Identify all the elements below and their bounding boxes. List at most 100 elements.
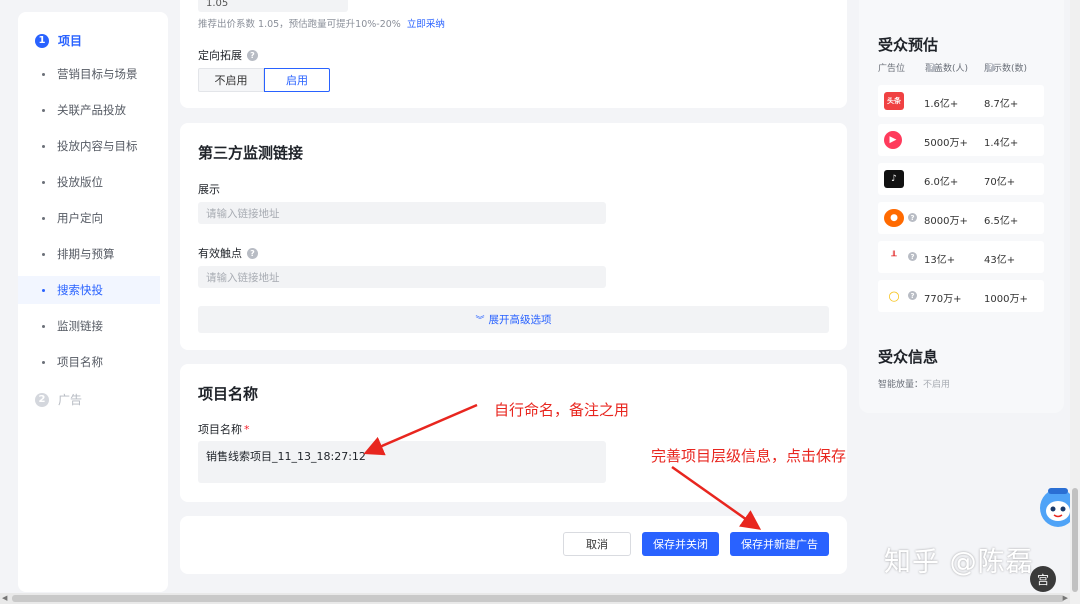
zhihu-watermark: 知乎 @陈磊 [884, 547, 1034, 578]
scrollbar-thumb[interactable] [1072, 488, 1078, 592]
bullet-dot [42, 72, 45, 76]
nav-item-label: 用户定向 [57, 211, 103, 225]
audience-row: ● ? 8000万+ 6.5亿+ [878, 202, 1044, 234]
project-name-label: 项目名称 * [198, 421, 250, 437]
annotation-note-1: 自行命名，备注之用 [494, 401, 630, 419]
nav-item-label: 投放版位 [57, 175, 103, 189]
bullet-dot [42, 288, 45, 292]
nav-item-monitor-link[interactable]: 监测链接 [18, 312, 160, 340]
step-number-badge: 2 [35, 392, 49, 407]
audience-estimate-title: 受众预估 [878, 36, 939, 54]
audience-row: ○ ? 770万+ 1000万+ [878, 280, 1044, 312]
expand-label: 展开高级选项 [488, 314, 552, 326]
coverage-value: 1.6亿+ [924, 99, 959, 110]
nav-step-label: 项目 [58, 34, 83, 48]
nav-item-label: 投放内容与目标 [57, 139, 138, 153]
targeting-expand-toggle: 不启用 启用 [198, 68, 330, 92]
audience-row: 头条 1.6亿+ 8.7亿+ [878, 85, 1044, 117]
douyin-logo-icon: ♪ [884, 170, 904, 188]
nav-item-label: 搜索快投 [57, 283, 103, 297]
coverage-value: 13亿+ [924, 255, 956, 266]
impressions-value: 70亿+ [984, 177, 1016, 188]
bid-hint-text: 推荐出价系数 1.05，预估跑量可提升10%-20% [198, 19, 401, 30]
help-icon[interactable]: ? [247, 49, 258, 61]
impressions-value: 1.4亿+ [984, 138, 1019, 149]
audience-row: ♪ 6.0亿+ 70亿+ [878, 163, 1044, 195]
bullet-dot [42, 180, 45, 184]
nav-step-label: 广告 [58, 393, 83, 407]
field-label: 项目名称 [198, 423, 242, 436]
help-icon[interactable]: ? [908, 252, 917, 261]
show-label: 展示 [198, 181, 220, 197]
vertical-scrollbar[interactable] [1070, 0, 1080, 604]
nav-item-schedule-budget[interactable]: 排期与预算 [18, 240, 160, 268]
impressions-value: 8.7亿+ [984, 99, 1019, 110]
audience-panel: 受众预估 广告位 覆盖数(人)? 展示数(数)? 头条 1.6亿+ 8.7亿+ … [859, 0, 1064, 413]
option-disable[interactable]: 不启用 [198, 68, 264, 92]
coverage-value: 8000万+ [924, 216, 968, 227]
help-icon[interactable]: ? [247, 247, 258, 259]
nav-item-targeting[interactable]: 用户定向 [18, 204, 160, 232]
bullet-dot [42, 324, 45, 328]
column-header: 广告位 [878, 63, 906, 74]
nav-step-project[interactable]: 1 项目 [35, 32, 82, 49]
targeting-expand-label: 定向拓展 ? [198, 47, 258, 63]
xigua-logo-icon: ▶ [884, 131, 902, 149]
field-label: 展示 [198, 183, 220, 196]
cancel-button[interactable]: 取消 [563, 532, 631, 556]
show-link-input[interactable]: 请输入链接地址 [198, 202, 606, 224]
smart-expand-status: 智能放量：不启用 [878, 377, 950, 390]
audience-info-title: 受众信息 [878, 348, 939, 366]
nav-item-placement[interactable]: 投放版位 [18, 168, 160, 196]
bullet-dot [42, 216, 45, 220]
save-new-ad-button[interactable]: 保存并新建广告 [730, 532, 829, 556]
horizontal-scrollbar[interactable]: ◀ ▶ [0, 593, 1070, 604]
nav-item-label: 监测链接 [57, 319, 103, 333]
touch-link-input[interactable]: 请输入链接地址 [198, 266, 606, 288]
impressions-value: 43亿+ [984, 255, 1016, 266]
left-nav: 1 项目 营销目标与场景 关联产品投放 投放内容与目标 投放版位 用户定向 排期… [18, 12, 168, 592]
save-close-button[interactable]: 保存并关闭 [642, 532, 719, 556]
nav-item-label: 排期与预算 [57, 247, 115, 261]
impressions-value: 1000万+ [984, 294, 1028, 305]
nav-item-label: 关联产品投放 [57, 103, 126, 117]
bullet-dot [42, 108, 45, 112]
touch-label: 有效触点 ? [198, 245, 258, 261]
project-name-input[interactable]: 销售线索项目_11_13_18:27:12 [198, 441, 606, 483]
nav-item-project-name[interactable]: 项目名称 [18, 348, 160, 376]
help-icon[interactable]: ? [927, 62, 936, 72]
smart-value: 不启用 [923, 380, 951, 390]
expand-advanced-button[interactable]: ︾ 展开高级选项 [198, 306, 829, 333]
annotation-note-2: 完善项目层级信息，点击保存 [651, 447, 847, 465]
monitor-link-card: 第三方监测链接 展示 请输入链接地址 有效触点 ? 请输入链接地址 ︾ 展开高级… [180, 123, 847, 350]
nav-step-ad[interactable]: 2 广告 [35, 391, 82, 408]
help-icon[interactable]: ? [908, 213, 917, 222]
coverage-value: 5000万+ [924, 138, 968, 149]
field-label: 有效触点 [198, 247, 242, 260]
coverage-value: 770万+ [924, 294, 962, 305]
nav-item-linked-product[interactable]: 关联产品投放 [18, 96, 160, 124]
audience-row: ▶ 5000万+ 1.4亿+ [878, 124, 1044, 156]
nav-item-label: 项目名称 [57, 355, 103, 369]
scroll-left-icon[interactable]: ◀ [2, 594, 7, 602]
bullet-dot [42, 252, 45, 256]
adopt-now-link[interactable]: 立即采纳 [407, 19, 445, 30]
step-number-badge: 1 [35, 33, 49, 48]
section-title: 第三方监测链接 [198, 144, 304, 162]
scroll-right-icon[interactable]: ▶ [1063, 594, 1068, 602]
nav-item-content-target[interactable]: 投放内容与目标 [18, 132, 160, 160]
double-chevron-down-icon: ︾ [475, 316, 485, 326]
impressions-value: 6.5亿+ [984, 216, 1019, 227]
field-label: 定向拓展 [198, 49, 242, 62]
audience-row: ╨ ? 13亿+ 43亿+ [878, 241, 1044, 273]
coverage-value: 6.0亿+ [924, 177, 959, 188]
option-enable[interactable]: 启用 [264, 68, 330, 92]
bid-targeting-card: 1.05 推荐出价系数 1.05，预估跑量可提升10%-20% 立即采纳 定向拓展… [180, 0, 847, 108]
scrollbar-thumb[interactable] [12, 595, 1064, 602]
zhihu-badge[interactable]: 宫 [1030, 566, 1056, 592]
bid-coefficient-input[interactable]: 1.05 [198, 0, 348, 12]
nav-item-marketing-goal[interactable]: 营销目标与场景 [18, 60, 160, 88]
help-icon[interactable]: ? [986, 62, 995, 72]
nav-item-search-quick[interactable]: 搜索快投 [18, 276, 160, 304]
help-icon[interactable]: ? [908, 291, 917, 300]
